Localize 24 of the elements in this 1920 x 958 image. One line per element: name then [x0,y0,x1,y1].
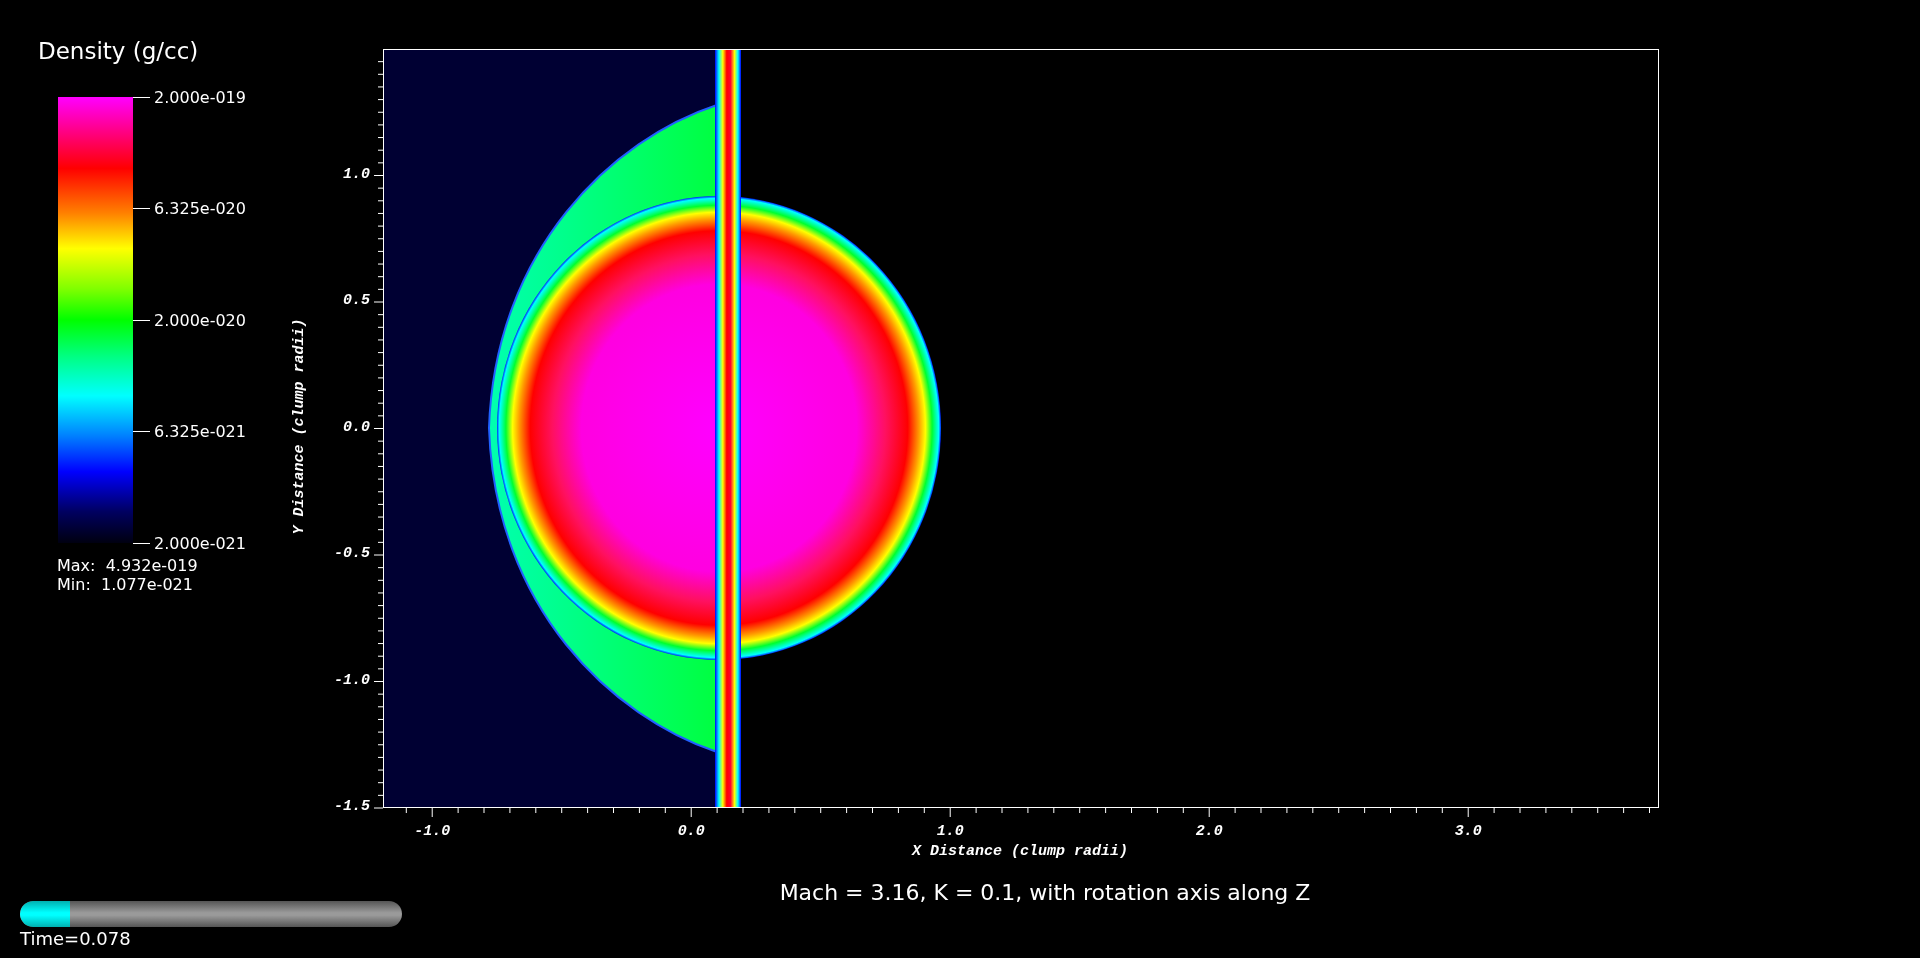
y-axis-tick-label: -1.0 [333,671,370,689]
x-axis-tick-label: -1.0 [413,823,452,840]
time-slider[interactable] [20,901,402,927]
colorbar-label: 6.325e-020 [154,199,246,218]
x-axis-tick-label: 3.0 [1453,823,1483,840]
colorbar-label: 6.325e-021 [154,422,246,441]
y-axis-tick-label: 0.5 [342,292,370,309]
y-axis-tick-label: -0.5 [333,545,370,562]
y-axis-tick-label: 1.0 [342,165,370,183]
y-axis-title: Y Distance (clump radii) [290,317,308,537]
colorbar-label: 2.000e-020 [154,310,246,330]
y-axis-tick-label: 0.0 [342,418,370,436]
x-axis-tick-label: 2.0 [1194,823,1224,840]
y-axis-tick-label: -1.5 [333,798,370,815]
max-value-text: Max: 4.932e-019 [57,556,198,575]
x-axis-tick-label: 1.0 [935,823,965,840]
colorbar-label: 2.000e-019 [154,87,246,107]
time-label: Time=0.078 [20,928,131,949]
plot-caption: Mach = 3.16, K = 0.1, with rotation axis along Z [778,880,1312,905]
colorbar-title: Density (g/cc) [38,38,199,64]
colorbar-label: 2.000e-021 [154,533,246,553]
x-axis-title: X Distance (clump radii) [910,843,1129,860]
min-value-text: Min: 1.077e-021 [57,575,193,594]
x-axis-tick-label: 0.0 [676,823,706,840]
